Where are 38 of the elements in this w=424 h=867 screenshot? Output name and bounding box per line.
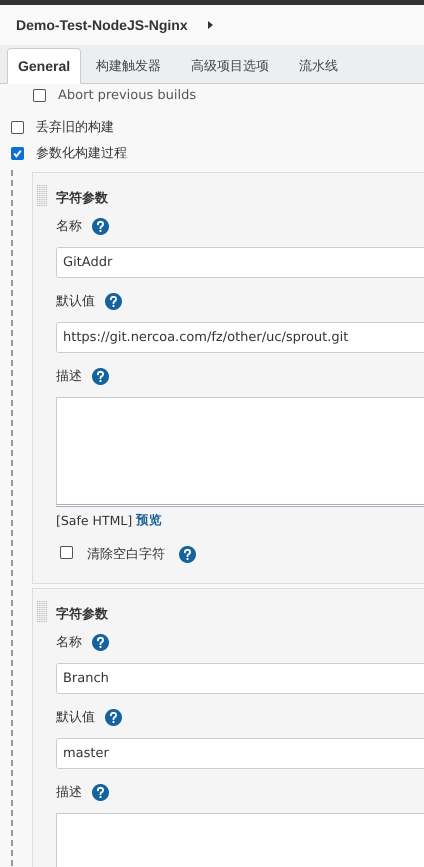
checkbox[interactable] bbox=[33, 88, 46, 102]
input-field[interactable]: Branch bbox=[56, 663, 424, 694]
checkbox[interactable] bbox=[11, 146, 24, 160]
parameter-title: 字符参数 bbox=[56, 190, 108, 207]
field-label: 默认值 bbox=[56, 293, 95, 310]
field-label: 描述 bbox=[56, 368, 82, 385]
tab[interactable]: 流水线 bbox=[284, 48, 354, 84]
help-icon[interactable] bbox=[105, 292, 122, 310]
field-label: 默认值 bbox=[56, 709, 95, 726]
help-icon[interactable] bbox=[105, 708, 122, 726]
tab[interactable]: 构建触发器 bbox=[81, 48, 176, 84]
field-label: 名称 bbox=[56, 218, 82, 235]
input-field[interactable]: master bbox=[56, 738, 424, 769]
field-label: 描述 bbox=[56, 784, 82, 801]
option-label: 清除空白字符 bbox=[87, 546, 165, 563]
help-icon[interactable] bbox=[92, 634, 109, 650]
option-label: 参数化构建过程 bbox=[36, 145, 127, 162]
tab[interactable]: 高级项目选项 bbox=[176, 48, 284, 84]
help-icon[interactable] bbox=[179, 546, 196, 562]
preview-link[interactable]: 预览 bbox=[136, 512, 162, 528]
description-field[interactable] bbox=[56, 397, 424, 507]
help-icon[interactable] bbox=[92, 368, 109, 384]
caret-icon[interactable] bbox=[208, 21, 213, 29]
checkbox[interactable] bbox=[11, 120, 24, 134]
field-label: 名称 bbox=[56, 634, 82, 651]
job-title: Demo-Test-NodeJS-Nginx bbox=[16, 17, 188, 33]
help-icon[interactable] bbox=[92, 784, 109, 800]
option-label: Abort previous builds bbox=[58, 88, 196, 102]
checkbox[interactable] bbox=[60, 546, 73, 558]
input-field[interactable]: https://git.nercoa.com/fz/other/uc/sprout.git bbox=[56, 322, 424, 353]
help-icon[interactable] bbox=[92, 218, 109, 234]
format-note: [Safe HTML] bbox=[56, 512, 132, 528]
parameter-title: 字符参数 bbox=[56, 606, 108, 623]
drag-handle-icon[interactable] bbox=[37, 601, 48, 623]
drag-handle-icon[interactable] bbox=[37, 185, 48, 207]
input-field[interactable]: GitAddr bbox=[56, 247, 424, 278]
option-label: 丢弃旧的构建 bbox=[36, 119, 114, 136]
tab[interactable]: General bbox=[7, 48, 82, 84]
